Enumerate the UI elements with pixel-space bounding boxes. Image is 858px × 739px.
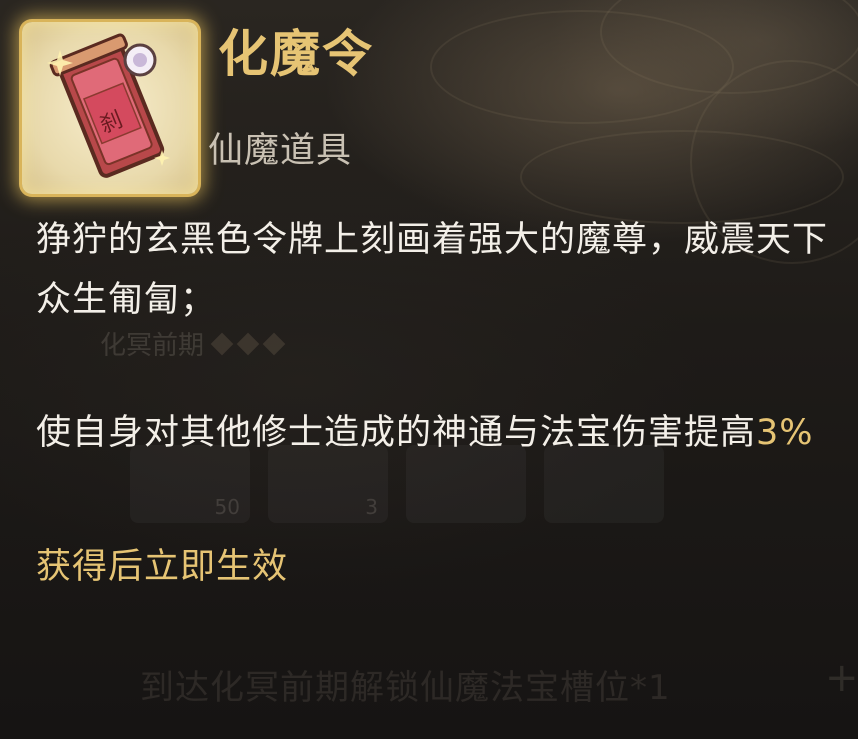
item-icon-frame[interactable]: 刹 [22, 22, 198, 194]
effect-text: 使自身对其他修士造成的神通与法宝伤害提高 [36, 413, 757, 453]
slot-count: 3 [365, 495, 378, 519]
gem-icon [236, 332, 260, 355]
item-name: 化魔令 [218, 25, 374, 83]
gem-icon [262, 332, 286, 355]
slot-count: 50 [214, 495, 240, 519]
realm-row: 化冥前期 [100, 325, 286, 362]
item-category: 仙魔道具 [208, 131, 353, 171]
activation-note: 获得后立即生效 [36, 547, 289, 587]
add-slot-button[interactable]: + [825, 655, 858, 701]
demon-token-icon: 刹 [47, 33, 170, 178]
item-description: 狰狞的玄黑色令牌上刻画着强大的魔尊，威震天下众生匍匐； [36, 220, 829, 320]
effect-value: 3% [756, 413, 814, 453]
item-effect: 使自身对其他修士造成的神通与法宝伤害提高3% [36, 403, 856, 463]
unlock-requirement-text: 到达化冥前期解锁仙魔法宝槽位*1 [140, 668, 671, 708]
gem-icon [210, 332, 234, 355]
realm-label: 化冥前期 [100, 331, 205, 361]
